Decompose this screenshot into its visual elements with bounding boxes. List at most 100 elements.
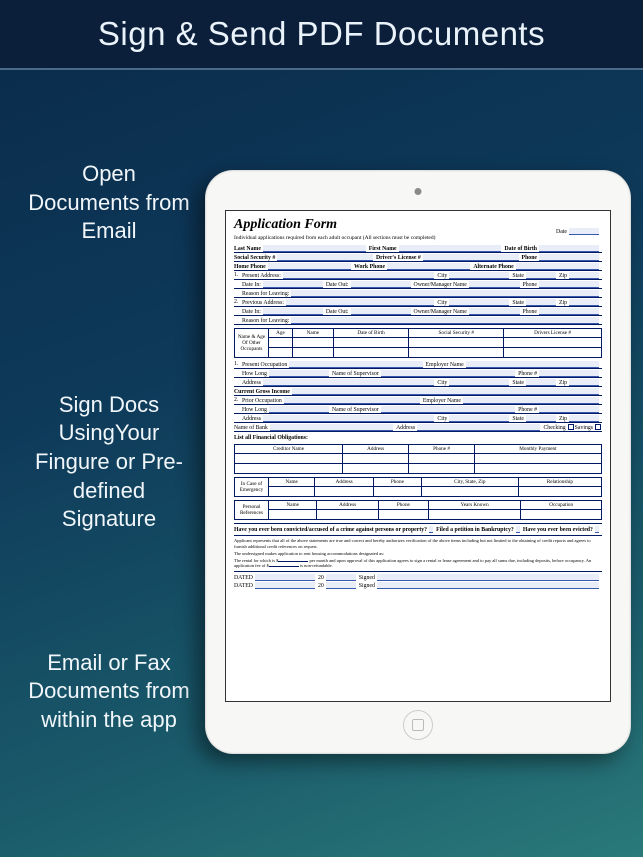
employer-field-2[interactable] (463, 397, 599, 404)
emp-zip-field-2[interactable] (569, 415, 599, 422)
dated-field-2[interactable] (255, 582, 315, 589)
emp-city-field-2[interactable] (449, 415, 509, 422)
prior-occ-label: Prior Occupation (242, 397, 283, 404)
emp-addr-field-2[interactable] (263, 415, 434, 422)
disclaimer-3: The rental for which is $ per month and … (234, 558, 602, 570)
previous-addr-field[interactable] (286, 299, 434, 306)
previous-addr-label: Previous Address: (242, 299, 285, 306)
emp-num-2: 2. (234, 397, 242, 404)
owner-phone-label-2: Phone (523, 308, 539, 315)
owner-field-2[interactable] (469, 308, 520, 315)
city-field-2[interactable] (449, 299, 509, 306)
table-row[interactable] (235, 348, 602, 358)
tablet-camera-icon (415, 188, 422, 195)
emp-phone-field-1[interactable] (539, 370, 599, 377)
reason-field-1[interactable] (291, 290, 599, 297)
checking-checkbox[interactable] (568, 424, 574, 430)
emp-state-field-1[interactable] (526, 379, 556, 386)
super-field-1[interactable] (381, 370, 516, 377)
how-long-label-2: How Long (242, 406, 268, 413)
table-row[interactable] (235, 338, 602, 348)
disclaimer-2: The undersigned makes application to ren… (234, 551, 602, 557)
date-in-field-1[interactable] (263, 281, 323, 288)
date-out-field-2[interactable] (351, 308, 411, 315)
caption-open-email: Open Documents from Email (24, 160, 194, 246)
th-name-e: Name (269, 478, 315, 487)
emp-addr-field-1[interactable] (263, 379, 434, 386)
date-field[interactable] (569, 228, 599, 235)
cgi-field[interactable] (292, 388, 599, 395)
bank-field[interactable] (270, 424, 393, 431)
signed-field-2[interactable] (377, 582, 599, 589)
emp-state-field-2[interactable] (526, 415, 556, 422)
emp-zip-field-1[interactable] (569, 379, 599, 386)
reason-label-2: Reason for Leaving: (242, 317, 290, 324)
address-num-1: 1. (234, 272, 242, 279)
zip-field-1[interactable] (569, 272, 599, 279)
present-occ-field[interactable] (289, 361, 422, 368)
conviction-field[interactable] (429, 526, 433, 533)
form-title: Application Form (234, 217, 337, 233)
alt-phone-field[interactable] (516, 263, 599, 270)
prior-occ-field[interactable] (284, 397, 420, 404)
evicted-field[interactable] (595, 526, 599, 533)
emp-city-field-1[interactable] (449, 379, 509, 386)
th-phone-e: Phone (373, 478, 421, 487)
bank-addr-field[interactable] (417, 424, 540, 431)
emp-phone-label-2: Phone # (518, 406, 538, 413)
emp-state-label-2: State (512, 415, 525, 422)
reason-field-2[interactable] (291, 317, 599, 324)
date-in-field-2[interactable] (263, 308, 323, 315)
home-phone-label: Home Phone (234, 263, 267, 270)
date-out-field-1[interactable] (351, 281, 411, 288)
table-row[interactable] (235, 487, 602, 497)
owner-phone-field-2[interactable] (539, 308, 599, 315)
bankruptcy-field[interactable] (516, 526, 520, 533)
ssn-field[interactable] (277, 254, 373, 261)
work-phone-field[interactable] (387, 263, 470, 270)
employer-field-1[interactable] (466, 361, 599, 368)
disclaimer-1: Applicant represents that all of the abo… (234, 538, 602, 550)
signed-field-1[interactable] (377, 574, 599, 581)
city-field-1[interactable] (449, 272, 509, 279)
owner-field-1[interactable] (469, 281, 520, 288)
savings-checkbox[interactable] (595, 424, 601, 430)
state-field-2[interactable] (526, 299, 556, 306)
how-long-field-1[interactable] (269, 370, 329, 377)
header-title: Sign & Send PDF Documents (98, 15, 545, 53)
dated-field-1[interactable] (255, 574, 315, 581)
th-phone-r: Phone (378, 501, 428, 510)
dl-field[interactable] (423, 254, 519, 261)
signed-label-2: Signed (359, 582, 376, 589)
last-name-field[interactable] (263, 245, 366, 252)
document-screen[interactable]: Application Form Date Individual applica… (225, 210, 611, 702)
dob-field[interactable] (539, 245, 599, 252)
super-field-2[interactable] (381, 406, 516, 413)
state-field-1[interactable] (526, 272, 556, 279)
dated-label-1: DATED (234, 574, 254, 581)
super-label-2: Name of Supervisor (332, 406, 380, 413)
emp-city-label-2: City (437, 415, 448, 422)
tablet-device: Application Form Date Individual applica… (205, 170, 631, 754)
th-name: Name (293, 329, 334, 338)
owner-phone-field-1[interactable] (539, 281, 599, 288)
emp-zip-label-2: Zip (559, 415, 568, 422)
phone-field[interactable] (539, 254, 599, 261)
how-long-field-2[interactable] (269, 406, 329, 413)
signed-label-1: Signed (359, 574, 376, 581)
table-row[interactable] (235, 464, 602, 474)
present-addr-field[interactable] (283, 272, 435, 279)
alt-phone-label: Alternate Phone (473, 263, 514, 270)
tablet-home-button[interactable] (403, 710, 433, 740)
date-out-label-2: Date Out: (326, 308, 350, 315)
home-phone-field[interactable] (268, 263, 351, 270)
first-name-field[interactable] (399, 245, 502, 252)
th-payment: Monthly Payment (474, 445, 601, 454)
table-row[interactable] (235, 454, 602, 464)
obligations-table: Creditor NameAddressPhone #Monthly Payme… (234, 444, 602, 474)
emp-phone-field-2[interactable] (539, 406, 599, 413)
zip-field-2[interactable] (569, 299, 599, 306)
reason-label-1: Reason for Leaving: (242, 290, 290, 297)
table-row[interactable] (235, 510, 602, 520)
form-subtitle: Individual applications required from ea… (234, 235, 602, 241)
